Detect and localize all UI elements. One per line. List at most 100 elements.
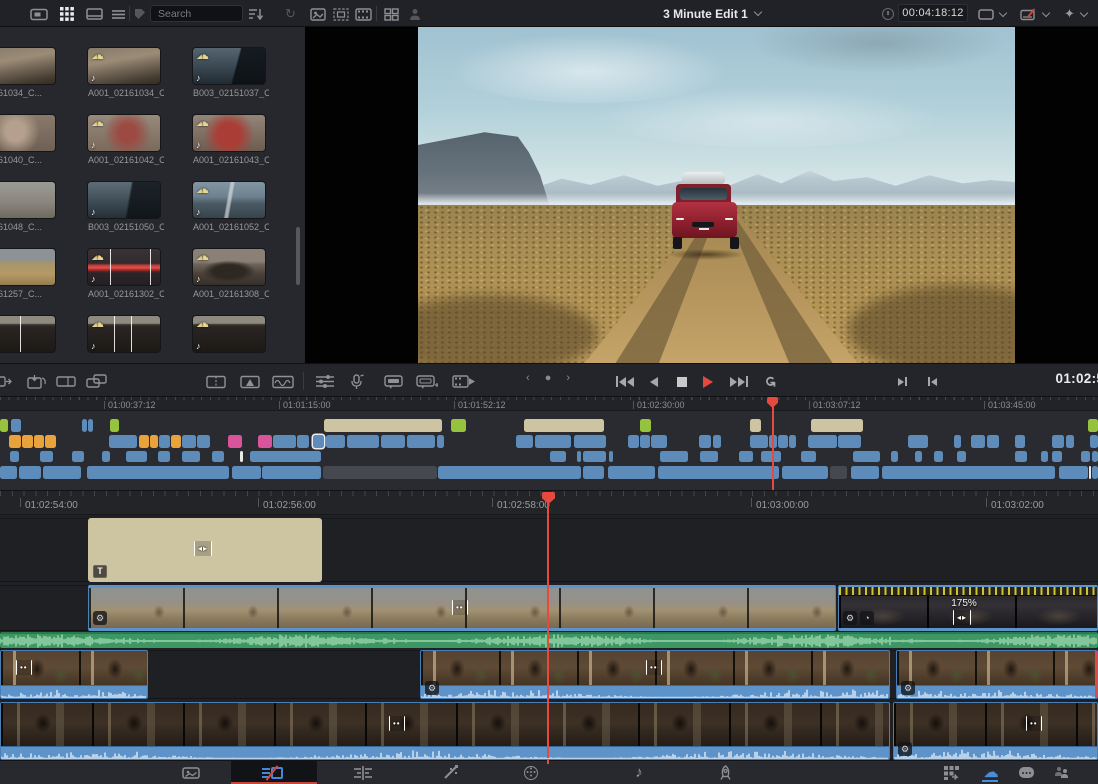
source-overwrite-icon[interactable] bbox=[0, 374, 12, 389]
play-button[interactable] bbox=[703, 374, 713, 389]
enhance-button[interactable]: ✦ bbox=[1064, 7, 1087, 21]
minimap-clip[interactable] bbox=[700, 451, 718, 462]
minimap-clip[interactable] bbox=[987, 435, 999, 448]
minimap-clip[interactable] bbox=[957, 451, 966, 462]
minimap-clip[interactable] bbox=[761, 451, 781, 462]
minimap-clip[interactable] bbox=[212, 451, 224, 462]
multicam-view-icon[interactable] bbox=[384, 7, 399, 21]
page-deliver-button[interactable] bbox=[714, 761, 736, 784]
minimap-clip[interactable] bbox=[347, 435, 379, 448]
media-thumb[interactable] bbox=[0, 48, 55, 84]
minimap-clip[interactable] bbox=[1059, 466, 1088, 479]
minimap-clip[interactable] bbox=[45, 435, 56, 448]
minimap-clip[interactable] bbox=[583, 466, 604, 479]
minimap-clip[interactable] bbox=[971, 435, 985, 448]
video-frame[interactable] bbox=[418, 27, 1015, 363]
media-thumb[interactable]: ☁↑♪ bbox=[193, 115, 265, 151]
next-edit-button[interactable] bbox=[898, 374, 907, 389]
minimap-clip[interactable] bbox=[182, 451, 200, 462]
timeline-clip-music[interactable] bbox=[0, 632, 1098, 648]
minimap-clip[interactable] bbox=[750, 435, 768, 448]
minimap-playhead[interactable] bbox=[768, 397, 769, 490]
minimap-clip[interactable] bbox=[1090, 435, 1098, 448]
timeline-clip-road[interactable]: ••⚙ bbox=[88, 585, 836, 631]
tools-button[interactable] bbox=[1020, 7, 1049, 21]
skip-to-end-button[interactable] bbox=[730, 374, 748, 389]
minimap-clip[interactable] bbox=[550, 451, 566, 462]
minimap-clip[interactable] bbox=[228, 435, 242, 448]
minimap-clip[interactable] bbox=[891, 451, 898, 462]
minimap-clip[interactable] bbox=[22, 435, 33, 448]
media-thumb[interactable]: ☁↑♪ bbox=[88, 48, 160, 84]
minimap-clip[interactable] bbox=[789, 435, 796, 448]
minimap-clip[interactable] bbox=[451, 419, 466, 432]
minimap-clip[interactable] bbox=[535, 435, 571, 448]
previous-edit-button[interactable] bbox=[928, 374, 937, 389]
title-tool-icon[interactable] bbox=[240, 374, 260, 389]
workspace-user-icon[interactable] bbox=[409, 7, 421, 21]
media-thumb[interactable]: ☁↑♪ bbox=[193, 316, 265, 352]
bin-view-icon[interactable] bbox=[30, 7, 48, 21]
timeline-playhead[interactable] bbox=[542, 492, 543, 758]
safe-area-icon[interactable] bbox=[333, 7, 349, 21]
minimap-clip[interactable] bbox=[326, 435, 345, 448]
grab-still-icon[interactable] bbox=[310, 7, 326, 21]
minimap-clip[interactable] bbox=[297, 435, 309, 448]
append-clip-icon[interactable] bbox=[56, 374, 76, 389]
minimap-clip[interactable] bbox=[574, 435, 606, 448]
minimap-clip[interactable] bbox=[40, 451, 53, 462]
timeline-clip-cardark[interactable]: 175%◂▸⚙◔ bbox=[838, 585, 1098, 631]
page-color-button[interactable] bbox=[520, 761, 542, 784]
minimap-clip[interactable] bbox=[1015, 435, 1025, 448]
stop-button[interactable] bbox=[677, 374, 687, 389]
minimap-clip[interactable] bbox=[11, 419, 21, 432]
minimap-clip[interactable] bbox=[1066, 435, 1074, 448]
minimap-clip[interactable] bbox=[407, 435, 435, 448]
minimap-clip[interactable] bbox=[381, 435, 405, 448]
minimap-clip[interactable] bbox=[609, 451, 613, 462]
minimap-clip[interactable] bbox=[516, 435, 533, 448]
page-edit-button[interactable] bbox=[352, 761, 374, 784]
caption-poi-icon[interactable] bbox=[384, 374, 406, 389]
minimap-clip[interactable] bbox=[9, 435, 21, 448]
timeline-clip-interview2[interactable]: •• bbox=[0, 702, 890, 760]
minimap-clip[interactable] bbox=[88, 419, 93, 432]
minimap-clip[interactable] bbox=[34, 435, 44, 448]
minimap-clip[interactable] bbox=[934, 451, 943, 462]
minimap-clip[interactable] bbox=[171, 435, 181, 448]
timeline-clip-title[interactable]: ◂▸T bbox=[88, 518, 322, 582]
timeline-clip-interview[interactable]: •• bbox=[0, 650, 148, 699]
minimap-clip[interactable] bbox=[640, 419, 651, 432]
place-on-top-icon[interactable] bbox=[86, 374, 108, 389]
media-thumb[interactable]: ☁↑♪ bbox=[193, 182, 265, 218]
marker-poi-icon[interactable] bbox=[416, 374, 438, 389]
minimap-clip[interactable] bbox=[808, 435, 837, 448]
minimap-clip[interactable] bbox=[324, 419, 442, 432]
minimap-clip[interactable] bbox=[197, 435, 210, 448]
page-fusion-button[interactable] bbox=[440, 761, 462, 784]
minimap-clip[interactable] bbox=[150, 435, 158, 448]
sort-icon[interactable] bbox=[249, 7, 263, 21]
minimap-clip[interactable] bbox=[182, 435, 196, 448]
search-input[interactable] bbox=[150, 5, 243, 22]
minimap-clip[interactable] bbox=[126, 451, 147, 462]
tag-icon[interactable] bbox=[135, 7, 145, 21]
timeline-clip-interview[interactable]: ••⚙ bbox=[420, 650, 890, 699]
quick-export-icon[interactable] bbox=[941, 761, 963, 784]
minimap-clip[interactable] bbox=[87, 466, 229, 479]
minimap-clip[interactable] bbox=[658, 466, 779, 479]
minimap-clip[interactable] bbox=[313, 435, 324, 448]
minimap-clip[interactable] bbox=[0, 466, 17, 479]
minimap-clip[interactable] bbox=[811, 419, 863, 432]
minimap-clip[interactable] bbox=[1092, 466, 1098, 479]
jog-control[interactable]: ‹ ● › bbox=[526, 372, 576, 384]
minimap-clip[interactable] bbox=[1081, 451, 1090, 462]
timeline-clip-interview2[interactable]: ••⚙ bbox=[893, 702, 1098, 760]
minimap-ruler[interactable]: 01:00:37:1201:01:15:0001:01:52:1201:02:3… bbox=[0, 397, 1098, 411]
minimap-clip[interactable] bbox=[801, 451, 816, 462]
media-thumb[interactable] bbox=[0, 249, 55, 285]
minimap-clip[interactable] bbox=[232, 466, 261, 479]
minimap-clip[interactable] bbox=[109, 435, 137, 448]
minimap-clip[interactable] bbox=[628, 435, 639, 448]
collaboration-icon[interactable] bbox=[1050, 761, 1074, 784]
